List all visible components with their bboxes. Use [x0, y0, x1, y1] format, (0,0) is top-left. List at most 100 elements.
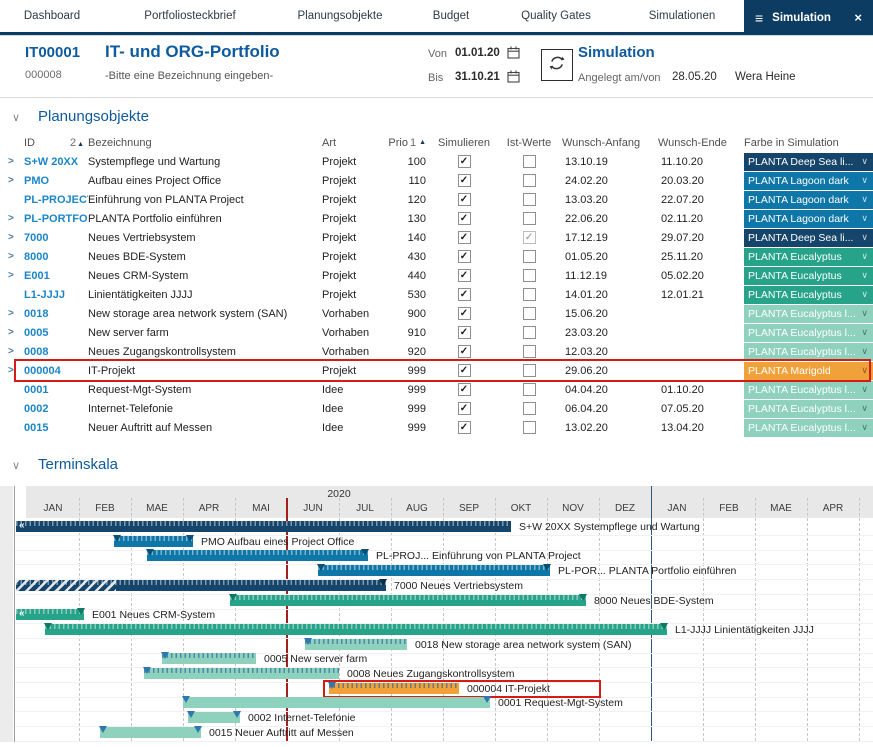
row-id-link[interactable]: 0002 — [24, 403, 88, 415]
color-select-dropdown[interactable]: PLANTA Lagoon dark∨ — [744, 172, 873, 190]
col-header-prio[interactable]: Prio — [388, 137, 408, 149]
ist-werte-checkbox[interactable] — [523, 269, 536, 282]
gantt-bar[interactable] — [183, 697, 490, 708]
row-id-link[interactable]: 8000 — [24, 251, 88, 263]
simulieren-checkbox[interactable]: ✓ — [458, 345, 471, 358]
gantt-bar[interactable] — [147, 550, 368, 561]
close-tab-icon[interactable]: × — [854, 10, 862, 25]
gantt-bar[interactable] — [144, 668, 339, 679]
nav-tab-planungsobjekte[interactable]: Planungsobjekte — [297, 0, 382, 32]
nav-tab-budget[interactable]: Budget — [433, 0, 469, 32]
row-id-link[interactable]: PL-PROJECT — [24, 194, 88, 206]
col-header-ist-werte[interactable]: Ist-Werte — [496, 137, 562, 149]
portfolio-subtitle-placeholder[interactable]: -Bitte eine Bezeichnung eingeben- — [105, 70, 273, 82]
row-id-link[interactable]: L1-JJJJ — [24, 289, 88, 301]
row-id-link[interactable]: E001 — [24, 270, 88, 282]
col-header-simulieren[interactable]: Simulieren — [432, 137, 496, 149]
color-select-dropdown[interactable]: PLANTA Lagoon dark∨ — [744, 191, 873, 209]
color-select-dropdown[interactable]: PLANTA Eucalyptus∨ — [744, 267, 873, 285]
col-header-bezeichnung[interactable]: Bezeichnung — [88, 137, 322, 149]
color-select-dropdown[interactable]: PLANTA Lagoon dark∨ — [744, 210, 873, 228]
calendar-icon-bis[interactable] — [507, 70, 520, 88]
expand-row-icon[interactable]: > — [8, 156, 24, 167]
simulieren-checkbox[interactable]: ✓ — [458, 174, 471, 187]
ist-werte-checkbox[interactable] — [523, 345, 536, 358]
gantt-bar[interactable] — [329, 683, 459, 694]
row-id-link[interactable]: 7000 — [24, 232, 88, 244]
simulieren-checkbox[interactable]: ✓ — [458, 193, 471, 206]
ist-werte-checkbox[interactable] — [523, 383, 536, 396]
color-select-dropdown[interactable]: PLANTA Eucalyptus∨ — [744, 248, 873, 266]
nav-tab-simulationen[interactable]: Simulationen — [649, 0, 715, 32]
gantt-bar[interactable]: « — [16, 609, 84, 620]
gantt-bar[interactable] — [162, 653, 256, 664]
sort-asc-icon[interactable]: ▲ — [419, 139, 426, 146]
gantt-bar[interactable] — [114, 536, 193, 547]
expand-row-icon[interactable]: > — [8, 365, 24, 376]
row-id-link[interactable]: 000004 — [24, 365, 88, 377]
col-header-wunsch-anfang[interactable]: Wunsch-Anfang — [562, 137, 658, 149]
expand-row-icon[interactable]: > — [8, 213, 24, 224]
col-header-farbe[interactable]: Farbe in Simulation — [744, 137, 873, 149]
ist-werte-checkbox[interactable] — [523, 402, 536, 415]
col-header-id[interactable]: ID — [24, 137, 35, 149]
expand-row-icon[interactable]: > — [8, 251, 24, 262]
simulieren-checkbox[interactable]: ✓ — [458, 155, 471, 168]
ist-werte-checkbox[interactable] — [523, 326, 536, 339]
expand-row-icon[interactable]: > — [8, 232, 24, 243]
gantt-bar[interactable] — [305, 639, 407, 650]
gantt-bar[interactable]: « — [16, 521, 511, 532]
simulieren-checkbox[interactable]: ✓ — [458, 212, 471, 225]
simulieren-checkbox[interactable]: ✓ — [458, 250, 471, 263]
color-select-dropdown[interactable]: PLANTA Eucalyptus∨ — [744, 286, 873, 304]
ist-werte-checkbox[interactable] — [523, 174, 536, 187]
color-select-dropdown[interactable]: PLANTA Eucalyptus l...∨ — [744, 381, 873, 399]
simulieren-checkbox[interactable]: ✓ — [458, 402, 471, 415]
color-select-dropdown[interactable]: PLANTA Deep Sea li...∨ — [744, 229, 873, 247]
gantt-bar[interactable] — [188, 712, 240, 723]
expand-row-icon[interactable]: > — [8, 270, 24, 281]
expand-row-icon[interactable]: > — [8, 175, 24, 186]
row-id-link[interactable]: 0001 — [24, 384, 88, 396]
simulieren-checkbox[interactable]: ✓ — [458, 364, 471, 377]
row-id-link[interactable]: PMO — [24, 175, 88, 187]
section-title-terminskala[interactable]: Terminskala — [38, 456, 118, 473]
gantt-bar[interactable] — [230, 595, 586, 606]
col-header-wunsch-ende[interactable]: Wunsch-Ende — [658, 137, 744, 149]
color-select-dropdown[interactable]: PLANTA Eucalyptus l...∨ — [744, 305, 873, 323]
color-select-dropdown[interactable]: PLANTA Eucalyptus l...∨ — [744, 400, 873, 418]
ist-werte-checkbox[interactable] — [523, 307, 536, 320]
gantt-bar[interactable] — [100, 727, 201, 738]
hamburger-menu-icon[interactable]: ≡ — [755, 10, 763, 26]
section-title-planungsobjekte[interactable]: Planungsobjekte — [38, 108, 149, 125]
von-date-field[interactable]: 01.01.20 — [455, 47, 500, 59]
ist-werte-checkbox[interactable] — [523, 421, 536, 434]
expand-row-icon[interactable]: > — [8, 346, 24, 357]
ist-werte-checkbox[interactable] — [523, 250, 536, 263]
simulieren-checkbox[interactable]: ✓ — [458, 231, 471, 244]
expand-row-icon[interactable]: > — [8, 308, 24, 319]
gantt-bar[interactable] — [16, 580, 386, 591]
calendar-icon-von[interactable] — [507, 46, 520, 64]
ist-werte-checkbox[interactable] — [523, 193, 536, 206]
color-select-dropdown[interactable]: PLANTA Deep Sea li...∨ — [744, 153, 873, 171]
color-select-dropdown[interactable]: PLANTA Eucalyptus l...∨ — [744, 343, 873, 361]
row-id-link[interactable]: 0008 — [24, 346, 88, 358]
section-collapse-icon-terminskala[interactable]: ∨ — [12, 459, 20, 472]
row-id-link[interactable]: 0015 — [24, 422, 88, 434]
gantt-bar[interactable] — [45, 624, 667, 635]
row-id-link[interactable]: 0005 — [24, 327, 88, 339]
row-id-link[interactable]: 0018 — [24, 308, 88, 320]
simulieren-checkbox[interactable]: ✓ — [458, 288, 471, 301]
simulieren-checkbox[interactable]: ✓ — [458, 421, 471, 434]
bis-date-field[interactable]: 31.10.21 — [455, 71, 500, 83]
ist-werte-checkbox[interactable] — [523, 364, 536, 377]
row-id-link[interactable]: S+W 20XX — [24, 156, 88, 168]
row-id-link[interactable]: PL-PORTFO... — [24, 213, 88, 225]
ist-werte-checkbox[interactable] — [523, 155, 536, 168]
color-select-dropdown[interactable]: PLANTA Marigold∨ — [744, 362, 873, 380]
color-select-dropdown[interactable]: PLANTA Eucalyptus l...∨ — [744, 324, 873, 342]
gantt-bar[interactable] — [318, 565, 550, 576]
section-collapse-icon-planungsobjekte[interactable]: ∨ — [12, 111, 20, 124]
simulieren-checkbox[interactable]: ✓ — [458, 326, 471, 339]
